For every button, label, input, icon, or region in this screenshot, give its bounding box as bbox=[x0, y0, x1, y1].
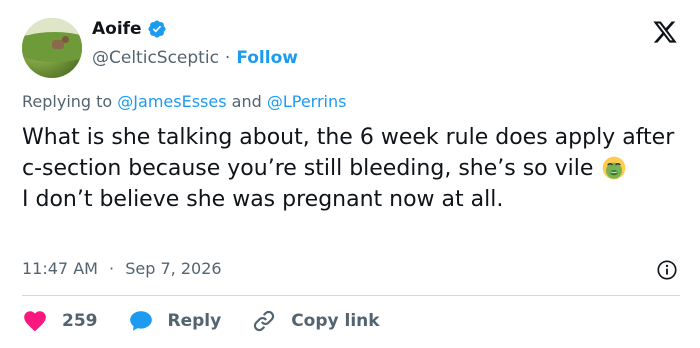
link-icon bbox=[254, 310, 275, 332]
info-icon[interactable] bbox=[656, 259, 678, 281]
tweet-text: What is she talking about, the 6 week ru… bbox=[22, 122, 682, 215]
mention-link[interactable]: @LPerrins bbox=[267, 92, 347, 111]
tweet-line: What is she talking about, the 6 week ru… bbox=[22, 122, 682, 184]
tweet-date: Sep 7, 2026 bbox=[125, 259, 222, 278]
avatar-dog-head bbox=[62, 36, 69, 43]
copy-link-label: Copy link bbox=[291, 311, 380, 331]
heart-icon bbox=[24, 311, 46, 332]
like-count: 259 bbox=[62, 311, 98, 331]
x-logo-icon[interactable] bbox=[652, 19, 678, 45]
tweet-timestamp[interactable]: 11:47 AM · Sep 7, 2026 bbox=[22, 259, 222, 278]
reply-button[interactable]: Reply bbox=[128, 308, 222, 334]
replying-to-line: Replying to @JamesEsses and @LPerrins bbox=[22, 92, 346, 111]
author-handle[interactable]: @CelticSceptic bbox=[92, 48, 219, 68]
avatar[interactable] bbox=[22, 18, 82, 78]
divider bbox=[22, 295, 680, 296]
replying-to-prefix: Replying to bbox=[22, 92, 113, 111]
verified-badge-icon bbox=[148, 20, 166, 38]
follow-button[interactable]: Follow bbox=[236, 48, 298, 68]
reply-label: Reply bbox=[167, 311, 222, 331]
author-name-row: Aoife bbox=[92, 19, 167, 39]
author-display-name[interactable]: Aoife bbox=[92, 19, 142, 39]
mention-conjunction: and bbox=[231, 92, 262, 111]
mention-link[interactable]: @JamesEsses bbox=[117, 92, 226, 111]
reply-bubble-icon bbox=[129, 311, 152, 331]
like-button[interactable]: 259 bbox=[22, 308, 98, 334]
copy-link-button[interactable]: Copy link bbox=[251, 308, 380, 334]
nauseated-face-emoji-icon bbox=[603, 156, 626, 180]
action-bar: 259 Reply Copy link bbox=[22, 308, 410, 334]
handle-separator: · bbox=[224, 48, 231, 68]
timestamp-separator: · bbox=[109, 259, 115, 278]
tweet-time: 11:47 AM bbox=[22, 259, 98, 278]
author-handle-row: @CelticSceptic · Follow bbox=[92, 48, 298, 68]
tweet-line: I don’t believe she was pregnant now at … bbox=[22, 187, 504, 212]
tweet-line-text: What is she talking about, the 6 week ru… bbox=[22, 125, 675, 181]
